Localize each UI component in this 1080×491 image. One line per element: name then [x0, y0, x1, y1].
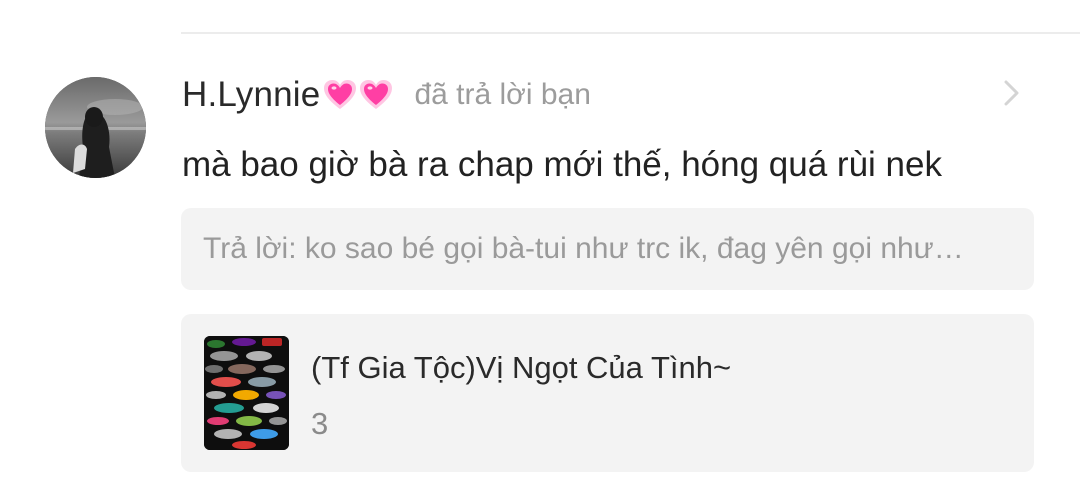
- avatar[interactable]: [45, 77, 146, 178]
- reply-text: Trả lời: ko sao bé gọi bà-tui như trc ik…: [203, 232, 964, 265]
- username-emoji: [322, 78, 394, 112]
- story-count: 3: [311, 406, 329, 441]
- header-row: H.Lynnie đã trả lời bạn: [182, 72, 591, 118]
- comment-text: mà bao giờ bà ra chap mới thế, hóng quá …: [182, 145, 942, 184]
- story-card[interactable]: (Tf Gia Tộc)Vị Ngọt Của Tình~ 3: [181, 314, 1034, 472]
- chevron-right-icon[interactable]: [1000, 78, 1024, 108]
- reply-box[interactable]: Trả lời: ko sao bé gọi bà-tui như trc ik…: [181, 208, 1034, 290]
- pink-heart-icon: [324, 80, 357, 109]
- story-title: (Tf Gia Tộc)Vị Ngọt Của Tình~: [311, 350, 732, 385]
- notification-item[interactable]: H.Lynnie đã trả lời bạn mà bao giờ bà ra…: [0, 0, 1080, 491]
- divider: [181, 32, 1080, 34]
- action-text: đã trả lời bạn: [414, 78, 591, 111]
- story-cover: [204, 336, 289, 450]
- username[interactable]: H.Lynnie: [182, 75, 320, 115]
- pink-heart-icon: [360, 80, 393, 109]
